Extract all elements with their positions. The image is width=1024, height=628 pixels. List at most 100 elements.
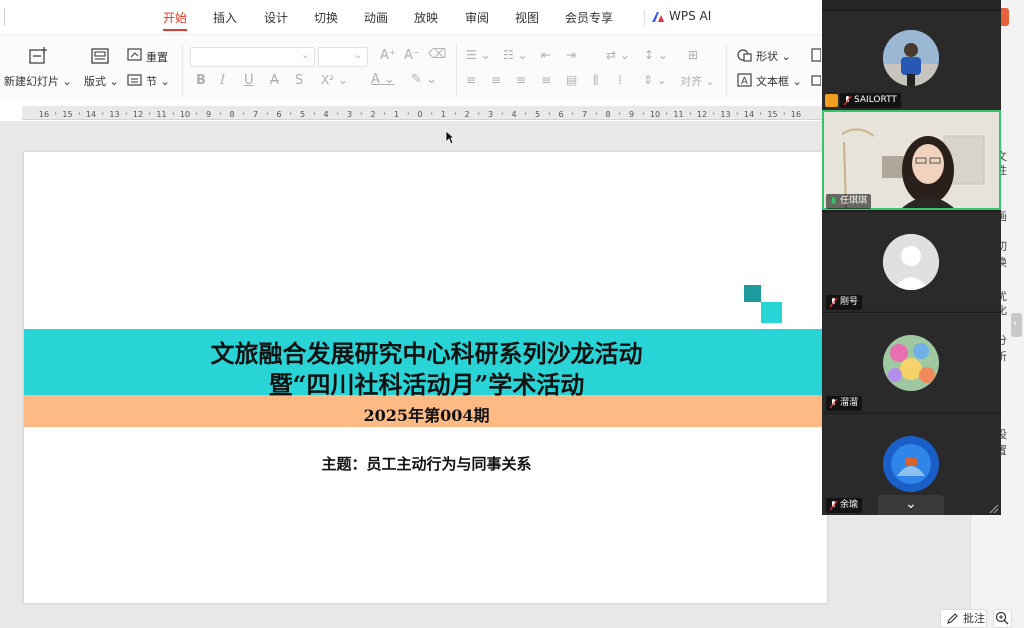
align-left-icon[interactable]: ≡ [466,73,476,87]
align-dropdown[interactable]: 对齐 ⌄ [680,73,715,89]
ruler-tick-label: 2 [464,110,469,119]
section-icon [127,74,142,86]
participant-name-tag-1: SAILORTT [840,93,901,108]
ribbon-separator [456,43,457,95]
increase-indent-icon[interactable]: ⇥ [566,48,576,62]
more-icon [811,75,821,86]
ruler-tick-label: 7 [253,110,258,119]
participant-name-tag-4: 溜溜 [826,396,863,411]
scroll-down-button[interactable]: ⌄ [878,495,944,515]
align-center-icon[interactable]: ≡ [491,73,501,87]
horizontal-ruler[interactable]: 16 15 14 13 12 11 10 9 8 7 6 5 4 3 2 1 0 1 2 3 4 5 6 7 8 9 10 11 12 1… [22,106,822,120]
numbered-list-icon[interactable]: ☷ ⌄ [503,48,528,62]
font-color-icon[interactable]: A ⌄ [371,72,395,87]
ruler-tick-label: 8 [229,110,234,119]
textbox-button[interactable]: 文本框 ⌄ [756,73,802,89]
reset-button[interactable]: 重置 [146,49,168,65]
shape-icon [737,49,752,62]
participant-avatar-5 [883,436,939,492]
wps-ai-icon [652,12,664,22]
section-button[interactable]: 节 ⌄ [146,73,170,89]
font-size-select[interactable] [318,47,368,67]
text-direction-icon[interactable]: ⇄ ⌄ [606,48,630,62]
ruler-tick-label: 16 [791,110,801,119]
tab-member[interactable]: 会员专享 [565,9,613,26]
decrease-font-icon[interactable]: A⁻ [404,48,420,63]
resize-grip-icon[interactable] [988,503,999,514]
zoom-in-icon [995,611,1009,625]
tab-animations[interactable]: 动画 [364,9,388,26]
tab-wps-ai[interactable]: WPS AI [669,9,711,23]
tab-review[interactable]: 审阅 [465,9,489,26]
paragraph-spacing-icon[interactable]: ⇕ ⌄ [643,73,667,87]
shadow-icon[interactable]: S [295,73,303,88]
ruler-tick-label: 4 [323,110,328,119]
decor-square-dark [744,285,761,302]
ruler-tick-label: 6 [558,110,563,119]
highlight-icon[interactable]: ✎ ⌄ [411,72,437,87]
bold-icon[interactable]: B [196,73,206,88]
layout-button[interactable]: 版式 ⌄ [84,73,119,89]
ruler-tick-label: 11 [673,110,683,119]
ruler-ticks: 16 15 14 13 12 11 10 9 8 7 6 5 4 3 2 1 0 1 2 3 4 5 6 7 8 9 10 11 12 1… [39,110,801,119]
strikethrough-icon[interactable]: A [270,73,279,88]
ruler-tick-label: 1 [441,110,446,119]
ribbon-separator [726,43,727,95]
ruler-tick-label: 16 [39,110,49,119]
ruler-tick-label: 3 [488,110,493,119]
menu-bar: 开始 插入 设计 切换 动画 放映 审阅 视图 会员专享 WPS AI [0,0,822,34]
shape-button[interactable]: 形状 ⌄ [756,48,791,64]
svg-text:A: A [741,76,748,87]
decrease-indent-icon[interactable]: ⇤ [541,48,551,62]
textbox-icon: A [737,73,752,87]
align-right-icon[interactable]: ≡ [516,73,526,87]
vertical-align-icon[interactable]: ⁞ [618,73,622,87]
distribute-icon[interactable]: ▤ [566,73,577,87]
tab-view[interactable]: 视图 [515,9,539,26]
tab-insert[interactable]: 插入 [213,9,237,26]
tab-home[interactable]: 开始 [163,9,187,26]
participant-name-tag-5: 余瑜 [826,498,863,513]
text-box-fit-icon[interactable]: ⊞ [688,48,698,62]
tab-slideshow[interactable]: 放映 [414,9,438,26]
mic-muted-icon [829,398,838,409]
line-spacing-icon[interactable]: ↕ ⌄ [644,48,668,62]
slide-issue-number[interactable]: 2025年第004期 [24,402,827,426]
ruler-tick-label: 14 [86,110,96,119]
zoom-button[interactable] [993,609,1012,628]
avatar-photo-icon [883,335,939,391]
italic-icon[interactable]: I [220,73,225,88]
ruler-tick-label: 12 [133,110,143,119]
bullet-list-icon[interactable]: ☰ ⌄ [466,48,491,62]
ruler-tick-label: 2 [370,110,375,119]
ruler-tick-label: 10 [650,110,660,119]
side-panel-collapse-button[interactable]: ‹ [1011,313,1022,337]
reset-icon [127,48,142,61]
slide-topic[interactable]: 主题：员工主动行为与同事关系 [24,453,827,474]
ruler-tick-label: 14 [744,110,754,119]
slide-title-line1[interactable]: 文旅融合发展研究中心科研系列沙龙活动 [24,334,827,369]
ruler-tick-label: 7 [582,110,587,119]
tab-transitions[interactable]: 切换 [314,9,338,26]
avatar-photo-icon [883,436,939,492]
clear-format-icon[interactable]: ⌫ [428,47,446,62]
new-slide-button[interactable]: 新建幻灯片 ⌄ [4,73,72,89]
layout-icon [91,48,109,64]
app-corner-badge[interactable] [1000,8,1009,26]
ribbon-toolbar: 新建幻灯片 ⌄ 版式 ⌄ 重置 节 ⌄ A⁺ A⁻ ⌫ B I U A S X²… [0,34,822,102]
tab-design[interactable]: 设计 [264,9,288,26]
justify-icon[interactable]: ≡ [541,73,551,87]
participant-name-tag-3: 刚号 [826,295,863,310]
columns-icon[interactable]: ⫼ [593,73,599,88]
slide-title-line2[interactable]: 暨“四川社科活动月”学术活动 [24,365,827,400]
menu-left-divider [4,8,5,26]
ribbon-separator [182,43,183,95]
font-family-select[interactable] [190,47,315,67]
mic-active-icon [830,197,837,204]
ruler-tick-label: 3 [347,110,352,119]
slide[interactable]: 文旅融合发展研究中心科研系列沙龙活动 暨“四川社科活动月”学术活动 2025年第… [23,151,828,604]
superscript-icon[interactable]: X² ⌄ [321,73,348,87]
underline-icon[interactable]: U [244,73,254,88]
host-badge-icon [825,94,838,107]
increase-font-icon[interactable]: A⁺ [380,48,396,63]
